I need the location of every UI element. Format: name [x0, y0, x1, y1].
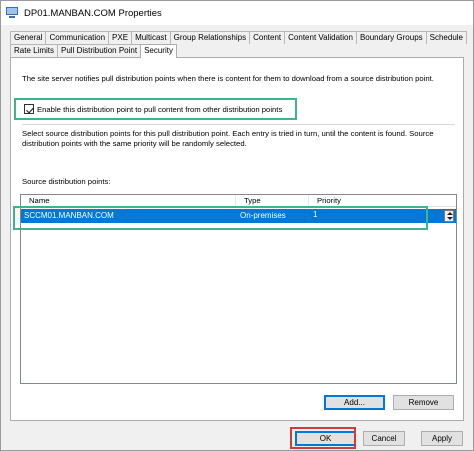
tab-rate-limits[interactable]: Rate Limits	[10, 44, 59, 57]
computer-icon	[5, 7, 19, 19]
source-dp-description: Select source distribution points for th…	[22, 129, 434, 148]
tab-strip: General Communication PXE Multicast Grou…	[10, 31, 467, 58]
row-priority-cell[interactable]: 1	[309, 209, 389, 223]
source-dp-listview[interactable]: Name Type Priority SCCM01.MANBAN.COM On-…	[20, 194, 457, 384]
table-row[interactable]: SCCM01.MANBAN.COM On-premises 1	[21, 209, 456, 223]
spinner-down-icon[interactable]	[447, 217, 453, 220]
enable-pull-checkbox-label[interactable]: Enable this distribution point to pull c…	[37, 105, 282, 114]
pull-dp-description: The site server notifies pull distributi…	[22, 74, 434, 83]
source-dp-list-label: Source distribution points:	[22, 177, 111, 186]
tab-row-2: Rate Limits Pull Distribution Point Secu…	[10, 44, 464, 58]
tab-boundary-groups[interactable]: Boundary Groups	[355, 31, 427, 44]
tab-security[interactable]: Security	[140, 44, 177, 58]
listview-header: Name Type Priority	[21, 195, 456, 207]
remove-button[interactable]: Remove	[393, 395, 454, 410]
column-header-type[interactable]: Type	[236, 195, 309, 207]
row-type-cell[interactable]: On-premises	[236, 209, 309, 223]
column-header-priority[interactable]: Priority	[309, 195, 389, 207]
window-title: DP01.MANBAN.COM Properties	[24, 7, 162, 19]
tab-communication[interactable]: Communication	[45, 31, 110, 44]
separator	[22, 124, 455, 125]
tab-row-1: General Communication PXE Multicast Grou…	[10, 31, 467, 44]
tab-general[interactable]: General	[10, 31, 47, 44]
tab-pxe[interactable]: PXE	[108, 31, 133, 44]
enable-pull-checkbox-row[interactable]: Enable this distribution point to pull c…	[24, 104, 282, 114]
tab-content[interactable]: Content	[249, 31, 286, 44]
tab-panel: The site server notifies pull distributi…	[10, 57, 464, 421]
row-name-cell[interactable]: SCCM01.MANBAN.COM	[21, 209, 236, 223]
ok-button[interactable]: OK	[295, 431, 356, 446]
tab-content-validation[interactable]: Content Validation	[284, 31, 357, 44]
add-button[interactable]: Add...	[324, 395, 385, 410]
priority-spinner[interactable]	[444, 210, 454, 222]
spinner-up-icon[interactable]	[447, 212, 453, 215]
enable-pull-checkbox[interactable]	[24, 104, 34, 114]
tab-pull-distribution-point[interactable]: Pull Distribution Point	[57, 44, 142, 57]
title-bar[interactable]: DP01.MANBAN.COM Properties	[1, 1, 473, 25]
cancel-button[interactable]: Cancel	[363, 431, 405, 446]
tab-multicast[interactable]: Multicast	[131, 31, 171, 44]
column-header-name[interactable]: Name	[21, 195, 236, 207]
apply-button[interactable]: Apply	[421, 431, 463, 446]
properties-window: DP01.MANBAN.COM Properties General Commu…	[0, 0, 474, 451]
tab-group-relationships[interactable]: Group Relationships	[169, 31, 251, 44]
tab-schedule[interactable]: Schedule	[425, 31, 467, 44]
